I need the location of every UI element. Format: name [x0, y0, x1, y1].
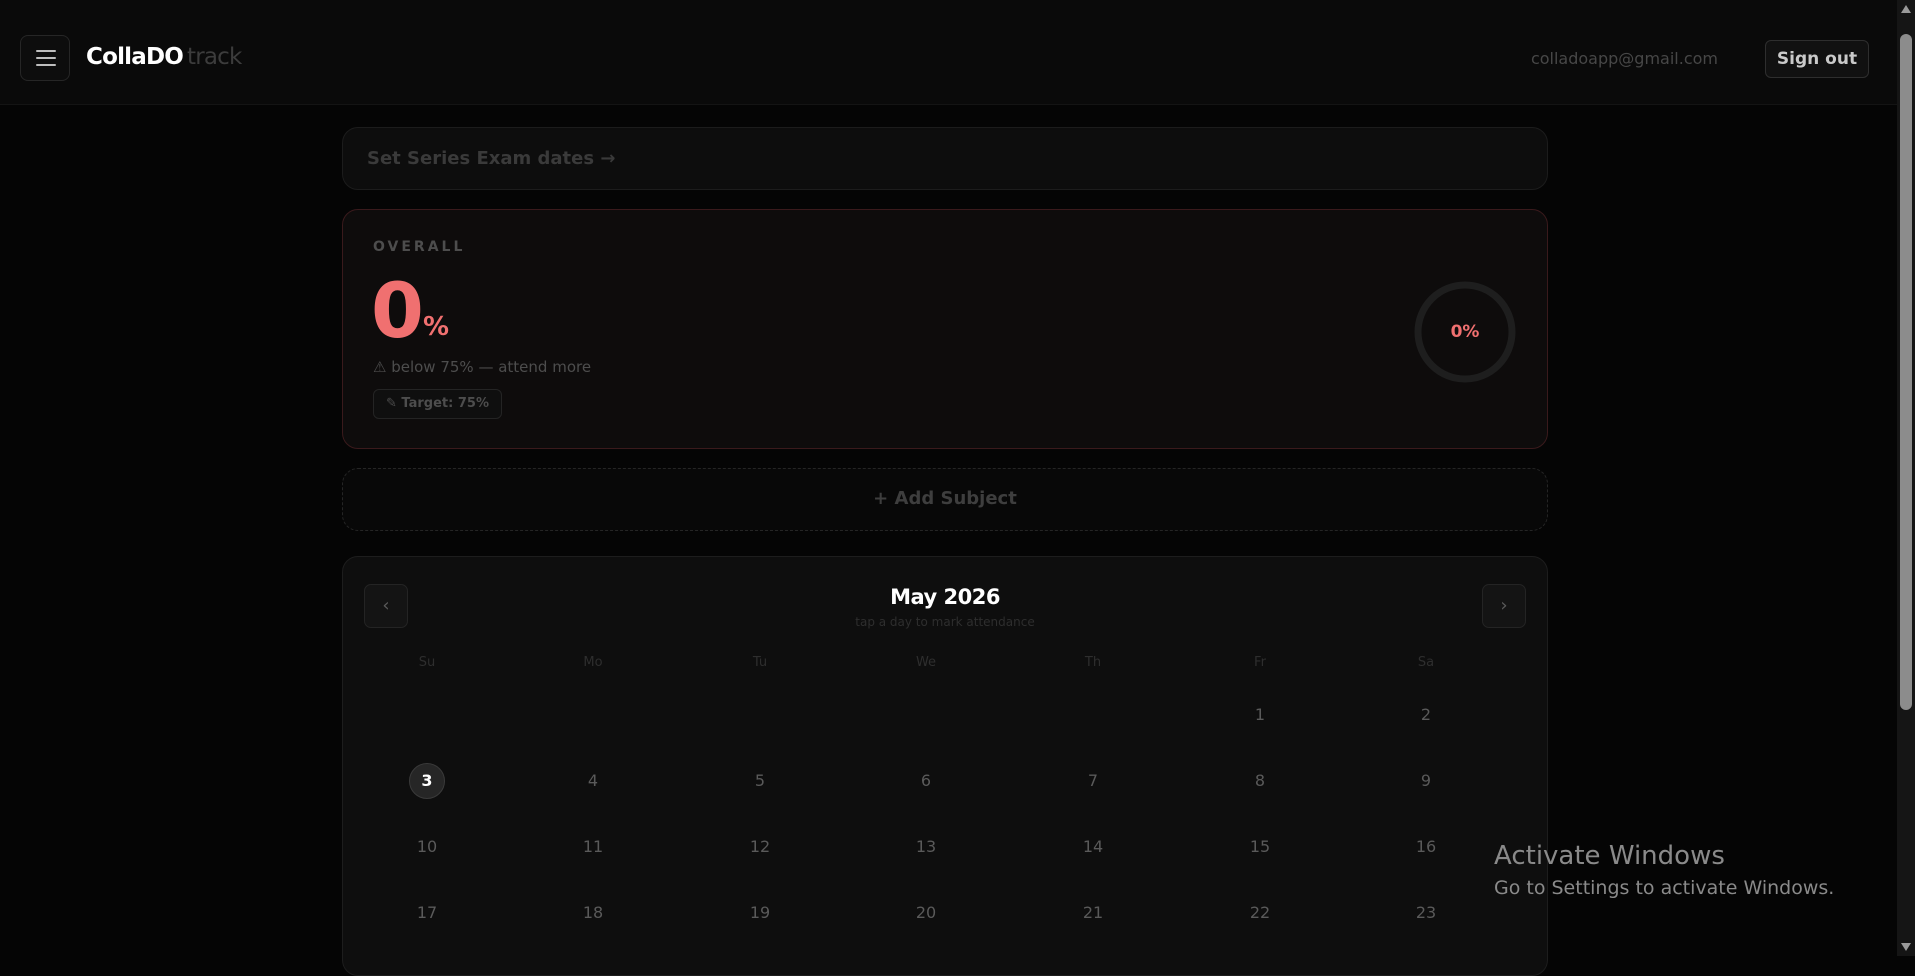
calendar-month-title: May 2026: [890, 585, 1000, 609]
calendar-day[interactable]: 9: [1408, 763, 1444, 799]
next-month-button[interactable]: ›: [1482, 584, 1526, 628]
calendar-day[interactable]: 1: [1242, 697, 1278, 733]
calendar-day[interactable]: 10: [409, 829, 445, 865]
brand-primary: CollaDO: [86, 44, 184, 70]
weekday-header: Mo: [583, 655, 603, 670]
scrollbar-thumb[interactable]: [1900, 34, 1912, 710]
calendar-day[interactable]: 11: [575, 829, 611, 865]
calendar-day[interactable]: 18: [575, 895, 611, 931]
weekday-header: Tu: [752, 655, 768, 670]
calendar-day[interactable]: 23: [1408, 895, 1444, 931]
brand-logo: CollaDO track: [86, 44, 242, 70]
calendar-hint: tap a day to mark attendance: [855, 615, 1035, 629]
calendar-day[interactable]: 16: [1408, 829, 1444, 865]
scroll-up-icon[interactable]: [1901, 5, 1911, 13]
calendar-day[interactable]: 2: [1408, 697, 1444, 733]
calendar-day[interactable]: 19: [742, 895, 778, 931]
weekday-header: Th: [1084, 655, 1102, 670]
calendar-day[interactable]: 21: [1075, 895, 1111, 931]
sign-out-button[interactable]: Sign out: [1765, 40, 1869, 78]
calendar-day[interactable]: 17: [409, 895, 445, 931]
watermark-title: Activate Windows: [1494, 841, 1725, 871]
calendar-day[interactable]: 12: [742, 829, 778, 865]
brand-secondary: track: [187, 44, 242, 70]
overall-percent-sign: %: [423, 312, 450, 342]
calendar-day[interactable]: 20: [908, 895, 944, 931]
overall-attendance-card: OVERALL 0 % ⚠ below 75% — attend more ✎ …: [342, 209, 1548, 449]
overall-percentage: 0: [371, 266, 424, 355]
scroll-down-icon[interactable]: [1901, 943, 1911, 951]
calendar-day[interactable]: 13: [908, 829, 944, 865]
activate-windows-watermark: Activate Windows Go to Settings to activ…: [1494, 841, 1834, 899]
add-subject-button[interactable]: + Add Subject: [342, 468, 1548, 531]
weekday-header: Su: [418, 655, 436, 670]
calendar-day[interactable]: 22: [1242, 895, 1278, 931]
calendar-day[interactable]: 7: [1075, 763, 1111, 799]
progress-ring-label: 0%: [1450, 322, 1480, 342]
series-exam-label: Set Series Exam dates →: [367, 148, 616, 169]
attendance-calendar: ‹ May 2026 tap a day to mark attendance …: [342, 556, 1548, 976]
calendar-day[interactable]: 4: [575, 763, 611, 799]
attendance-warning: ⚠ below 75% — attend more: [373, 358, 592, 376]
calendar-day[interactable]: 8: [1242, 763, 1278, 799]
weekday-header: We: [915, 655, 937, 670]
weekday-header: Sa: [1417, 655, 1435, 670]
calendar-day-today[interactable]: 3: [409, 763, 445, 799]
menu-icon[interactable]: [20, 35, 70, 81]
calendar-day[interactable]: 14: [1075, 829, 1111, 865]
top-bar: CollaDO track colladoapp@gmail.com Sign o…: [0, 0, 1897, 105]
calendar-day[interactable]: 15: [1242, 829, 1278, 865]
user-email: colladoapp@gmail.com: [1530, 49, 1718, 68]
calendar-day[interactable]: 6: [908, 763, 944, 799]
watermark-subtitle: Go to Settings to activate Windows.: [1494, 877, 1835, 899]
target-button[interactable]: ✎ Target: 75%: [373, 389, 502, 419]
weekday-header: Fr: [1254, 655, 1266, 670]
calendar-day[interactable]: 5: [742, 763, 778, 799]
series-exam-link[interactable]: Set Series Exam dates →: [342, 127, 1548, 190]
overall-label: OVERALL: [373, 239, 466, 255]
